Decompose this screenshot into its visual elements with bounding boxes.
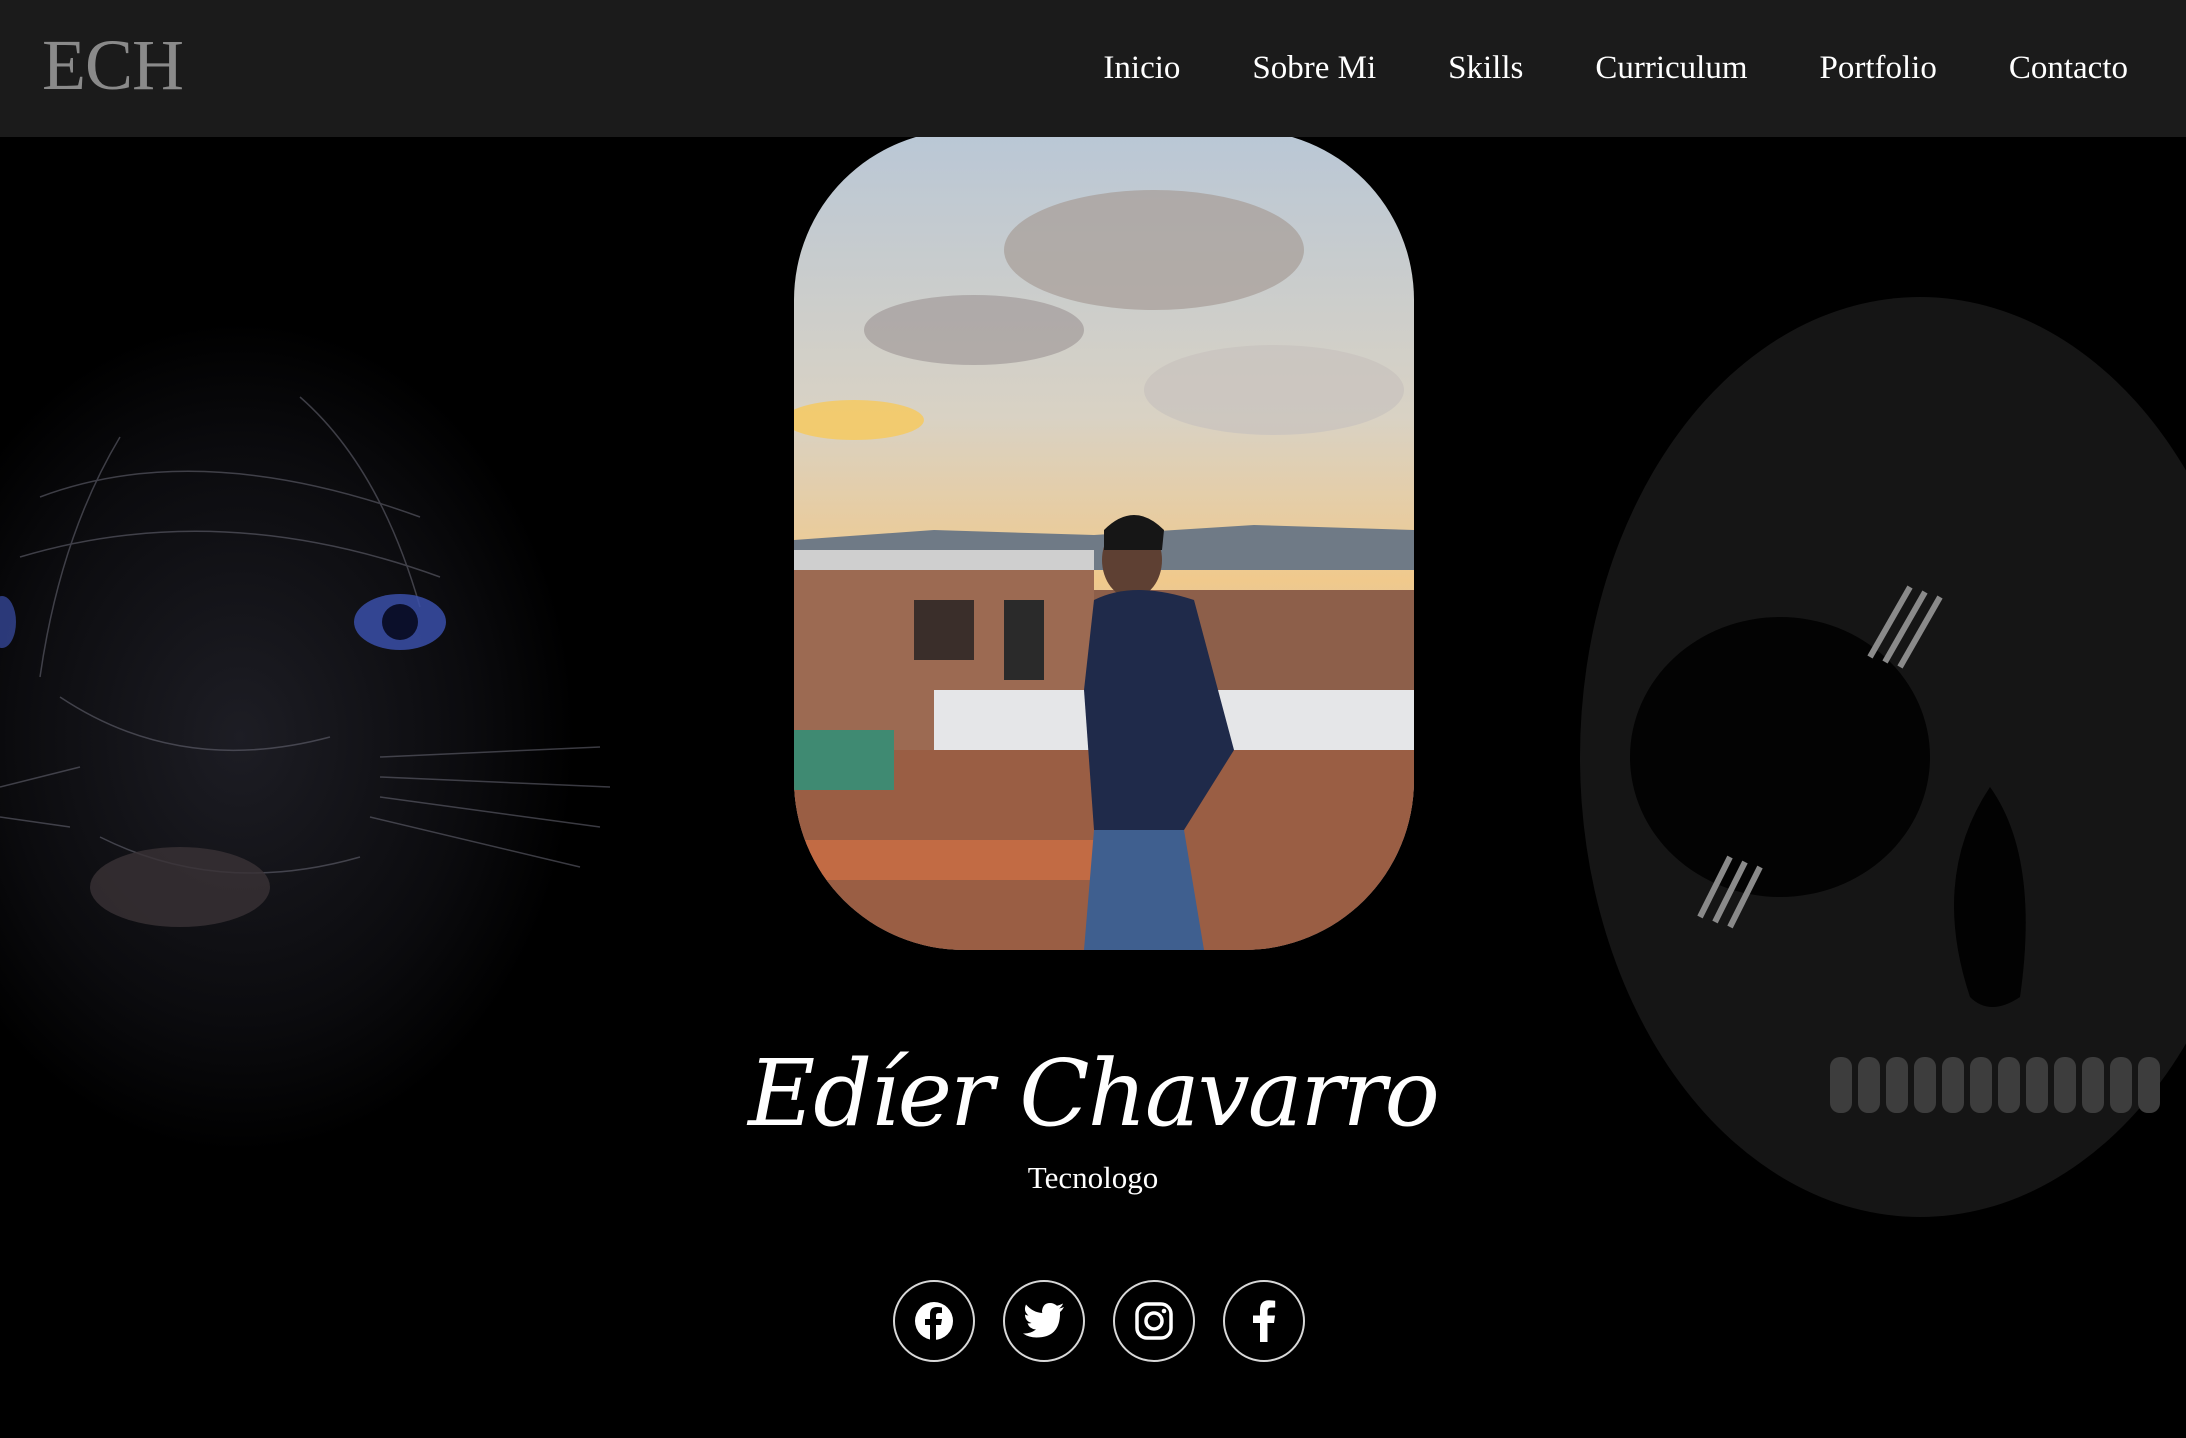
top-navigation-bar: ECH Inicio Sobre Mi Skills Curriculum Po… — [0, 0, 2186, 137]
nav-item-curriculum[interactable]: Curriculum — [1595, 50, 1747, 87]
facebook-f-icon — [1253, 1300, 1276, 1342]
site-logo[interactable]: ECH — [42, 20, 184, 110]
profile-name: Edíer Chavarro — [748, 1040, 1440, 1147]
profile-photo — [794, 130, 1414, 950]
nav-item-inicio[interactable]: Inicio — [1103, 50, 1180, 87]
twitter-link-button[interactable] — [1003, 1280, 1085, 1362]
facebook-link-button[interactable] — [893, 1280, 975, 1362]
facebook-page-link-button[interactable] — [1223, 1280, 1305, 1362]
panther-background-image — [0, 137, 660, 1438]
instagram-link-button[interactable] — [1113, 1280, 1195, 1362]
skull-background-image — [1450, 137, 2186, 1438]
nav-item-sobre-mi[interactable]: Sobre Mi — [1252, 50, 1376, 87]
page: ECH Inicio Sobre Mi Skills Curriculum Po… — [0, 0, 2186, 1438]
main-navigation: Inicio Sobre Mi Skills Curriculum Portfo… — [1103, 0, 2128, 137]
facebook-round-icon — [915, 1302, 953, 1340]
nav-item-portfolio[interactable]: Portfolio — [1820, 50, 1937, 87]
instagram-icon — [1135, 1302, 1173, 1340]
nav-item-contacto[interactable]: Contacto — [2009, 50, 2128, 87]
nav-item-skills[interactable]: Skills — [1448, 50, 1523, 87]
profile-subtitle: Tecnologo — [1027, 1160, 1159, 1195]
twitter-icon — [1023, 1303, 1064, 1338]
social-links — [893, 1280, 1305, 1362]
